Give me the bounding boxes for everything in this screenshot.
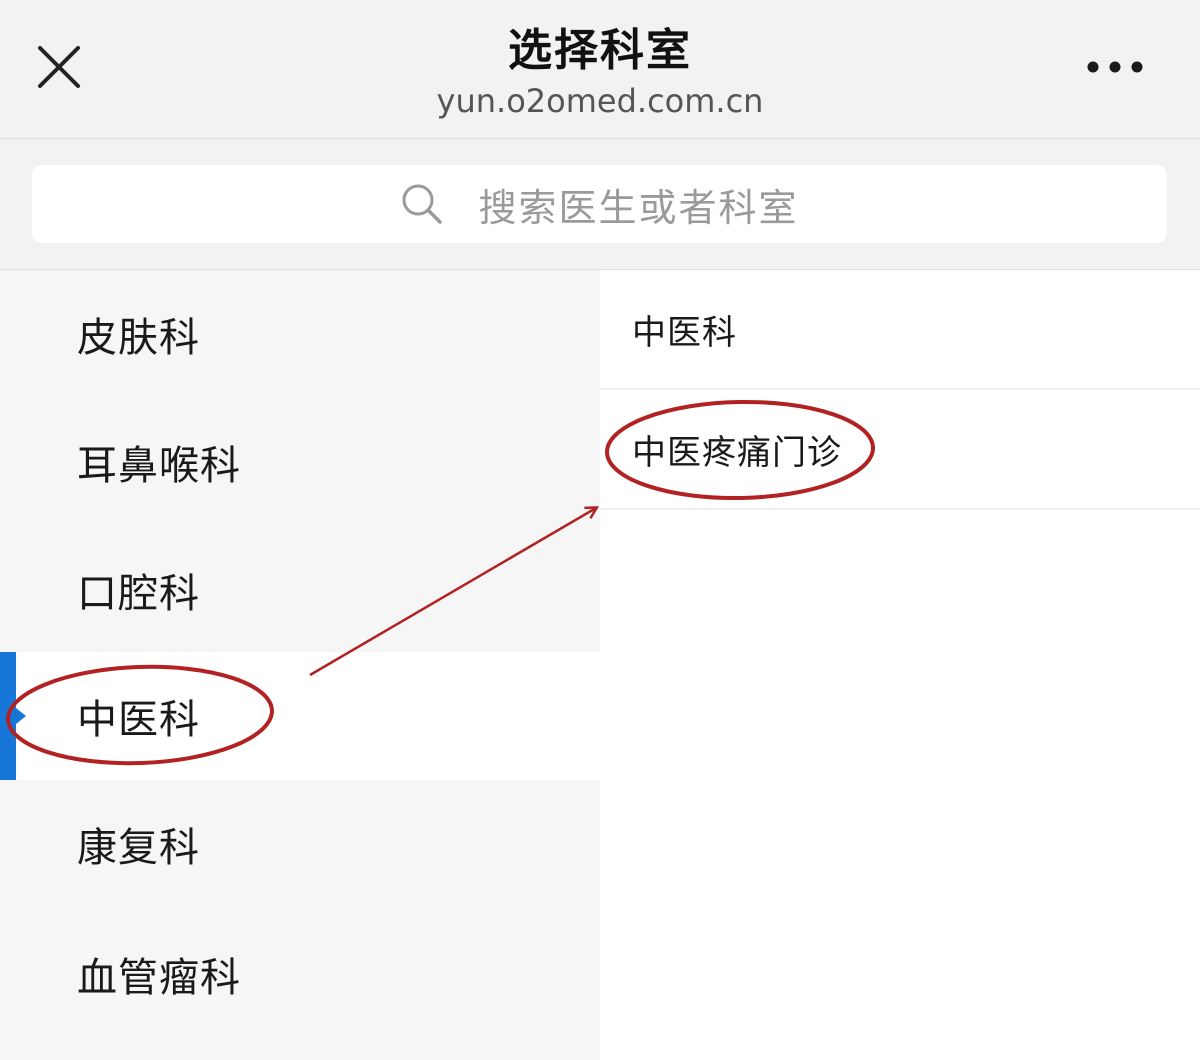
department-item-rehabilitation[interactable]: 康复科 xyxy=(0,780,600,908)
department-label: 皮肤科 xyxy=(77,315,200,361)
clinic-item-tcm-pain[interactable]: 中医疼痛门诊 xyxy=(600,390,1200,510)
department-item-ent[interactable]: 耳鼻喉科 xyxy=(0,398,600,526)
page-url: yun.o2omed.com.cn xyxy=(436,82,764,120)
search-placeholder: 搜索医生或者科室 xyxy=(478,185,799,230)
department-sidebar: 皮肤科 耳鼻喉科 口腔科 中医科 康复科 血管瘤科 xyxy=(0,270,600,1060)
department-item-hemangioma[interactable]: 血管瘤科 xyxy=(0,910,600,1038)
department-label: 耳鼻喉科 xyxy=(77,443,241,489)
more-button[interactable] xyxy=(1080,42,1150,92)
clinic-label: 中医科 xyxy=(632,312,737,353)
header-bar: 选择科室 yun.o2omed.com.cn xyxy=(0,0,1200,139)
clinic-label: 中医疼痛门诊 xyxy=(632,432,842,473)
department-label: 中医科 xyxy=(77,697,200,743)
department-label: 血管瘤科 xyxy=(77,955,241,1001)
search-area: 搜索医生或者科室 xyxy=(0,139,1200,270)
department-label: 口腔科 xyxy=(77,571,200,617)
search-icon xyxy=(400,182,444,226)
department-item-dermatology[interactable]: 皮肤科 xyxy=(0,270,600,398)
clinic-list: 中医科 中医疼痛门诊 xyxy=(600,270,1200,1060)
search-input[interactable]: 搜索医生或者科室 xyxy=(32,165,1167,243)
active-indicator xyxy=(0,652,16,780)
page-title: 选择科室 xyxy=(508,25,692,76)
clinic-item-tcm[interactable]: 中医科 xyxy=(600,270,1200,390)
more-dots-icon xyxy=(1087,61,1143,73)
department-label: 康复科 xyxy=(77,825,200,871)
select-department-page: 选择科室 yun.o2omed.com.cn 搜索医生或者科室 皮肤科 耳鼻喉科… xyxy=(0,0,1200,1060)
department-item-tcm[interactable]: 中医科 xyxy=(0,652,600,780)
active-indicator-notch xyxy=(16,708,26,724)
department-item-dental[interactable]: 口腔科 xyxy=(0,526,600,654)
